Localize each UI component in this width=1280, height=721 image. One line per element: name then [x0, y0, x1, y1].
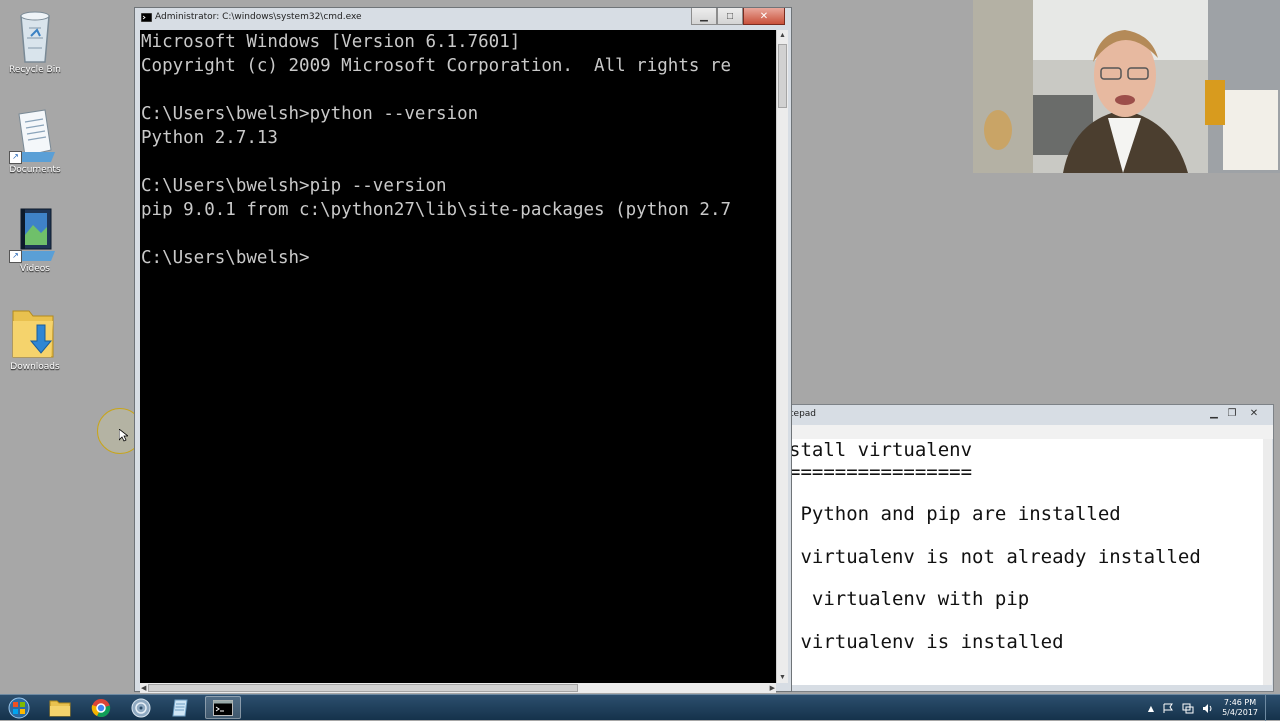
restore-icon: ❐	[1227, 408, 1237, 419]
cmd-vertical-scroll-thumb[interactable]	[778, 44, 787, 108]
notepad-line: ================	[789, 461, 973, 483]
desktop-icon-downloads[interactable]: Downloads	[6, 303, 64, 372]
mouse-pointer-icon	[119, 429, 128, 442]
clock-date: 5/4/2017	[1222, 708, 1258, 717]
action-center-flag-icon[interactable]	[1162, 703, 1174, 714]
recycle-bin-icon	[11, 6, 59, 63]
desktop-icon-label: Documents	[9, 165, 61, 175]
shortcut-arrow-icon: ↗	[9, 151, 22, 164]
maximize-button[interactable]: ❐	[1223, 405, 1241, 422]
minimize-icon: ▁	[1210, 408, 1218, 419]
scroll-up-icon[interactable]: ▲	[779, 32, 786, 39]
console-line: pip 9.0.1 from c:\python27\lib\site-pack…	[141, 200, 732, 220]
maximize-button[interactable]: □	[717, 8, 743, 25]
desktop-icon-label: Downloads	[10, 362, 60, 372]
minimize-icon: ▁	[700, 10, 708, 22]
console-line: Microsoft Windows [Version 6.1.7601]	[141, 32, 521, 52]
notepad-icon	[172, 699, 188, 716]
volume-icon[interactable]	[1202, 703, 1214, 714]
close-button[interactable]: ✕	[743, 8, 785, 25]
close-button[interactable]: ✕	[1241, 405, 1267, 422]
network-icon[interactable]	[1182, 703, 1194, 714]
taskbar-media-app[interactable]	[123, 696, 159, 719]
windows-logo-icon	[8, 697, 30, 718]
cmd-title: Administrator: C:\windows\system32\cmd.e…	[155, 12, 362, 22]
notepad-line: virtualenv with pip	[789, 588, 1030, 610]
notepad-line: Python and pip are installed	[789, 503, 1121, 525]
taskbar-file-explorer[interactable]	[42, 696, 78, 719]
console-line: Python 2.7.13	[141, 128, 278, 148]
show-hidden-icons-icon[interactable]: ▲	[1148, 704, 1154, 713]
minimize-button[interactable]: ▁	[1205, 405, 1223, 422]
console-line: C:\Users\bwelsh>pip --version	[141, 176, 447, 196]
scroll-down-icon[interactable]: ▼	[779, 674, 786, 681]
clock-time: 7:46 PM	[1223, 698, 1257, 707]
desktop-icon-documents[interactable]: ↗ Documents	[6, 106, 64, 175]
start-button[interactable]	[2, 696, 36, 719]
notepad-line: virtualenv is installed	[789, 631, 1064, 653]
minimize-button[interactable]: ▁	[691, 8, 717, 25]
desktop-icon-label: Videos	[20, 264, 50, 274]
cmd-titlebar[interactable]: Administrator: C:\windows\system32\cmd.e…	[135, 8, 791, 30]
disc-icon	[131, 698, 151, 717]
maximize-icon: □	[726, 10, 734, 22]
cmd-icon	[213, 699, 233, 716]
desktop-icon-label: Recycle Bin	[9, 65, 61, 75]
documents-icon: ↗	[9, 106, 59, 164]
cmd-app-icon	[141, 13, 152, 22]
console-line	[140, 150, 776, 174]
console-prompt: C:\Users\bwelsh>	[141, 248, 310, 268]
desktop-icon-recycle-bin[interactable]: Recycle Bin	[6, 6, 64, 75]
taskbar-notepad[interactable]	[163, 696, 199, 719]
console-line	[140, 222, 776, 246]
cmd-horizontal-scroll-thumb[interactable]	[148, 684, 578, 692]
notepad-vertical-scrollbar[interactable]	[1263, 439, 1272, 685]
taskbar: ▲ 7:46 PM 5/4/2017	[0, 694, 1280, 721]
shortcut-arrow-icon: ↗	[9, 250, 22, 263]
notepad-window[interactable]: tepad ▁ ❐ ✕ stall virtualenv ===========…	[783, 404, 1274, 692]
system-tray: ▲ 7:46 PM 5/4/2017	[1148, 695, 1258, 721]
notepad-titlebar[interactable]: tepad ▁ ❐ ✕	[784, 405, 1273, 427]
cmd-horizontal-scrollbar[interactable]: ◀ ▶	[140, 683, 776, 693]
notepad-menubar	[784, 425, 1273, 439]
close-icon: ✕	[1249, 408, 1259, 419]
desktop-icon-videos[interactable]: ↗ Videos	[6, 205, 64, 274]
downloads-folder-icon	[11, 303, 59, 359]
notepad-title: tepad	[790, 409, 817, 419]
folder-icon	[49, 700, 71, 716]
notepad-line: virtualenv is not already installed	[789, 546, 1201, 568]
close-icon: ✕	[759, 10, 769, 22]
notepad-line: stall virtualenv	[789, 439, 973, 461]
videos-icon: ↗	[9, 205, 59, 263]
taskbar-chrome[interactable]	[83, 696, 119, 719]
presenter-video-icon	[973, 0, 1280, 173]
taskbar-cmd[interactable]	[205, 696, 241, 719]
console-line: C:\Users\bwelsh>python --version	[141, 104, 479, 124]
chrome-icon	[91, 698, 111, 717]
console-line: Copyright (c) 2009 Microsoft Corporation…	[141, 56, 732, 76]
scroll-right-icon[interactable]: ▶	[770, 684, 775, 692]
cmd-vertical-scrollbar[interactable]: ▲ ▼	[776, 30, 788, 683]
console-line	[140, 78, 776, 102]
webcam-overlay	[973, 0, 1280, 173]
show-desktop-button[interactable]	[1265, 695, 1280, 721]
cmd-window[interactable]: Administrator: C:\windows\system32\cmd.e…	[134, 7, 792, 693]
console-output[interactable]: Microsoft Windows [Version 6.1.7601] Cop…	[140, 30, 776, 683]
taskbar-clock[interactable]: 7:46 PM 5/4/2017	[1222, 698, 1258, 718]
scroll-left-icon[interactable]: ◀	[141, 684, 146, 692]
notepad-text-area[interactable]: stall virtualenv ================ Python…	[789, 439, 1263, 685]
